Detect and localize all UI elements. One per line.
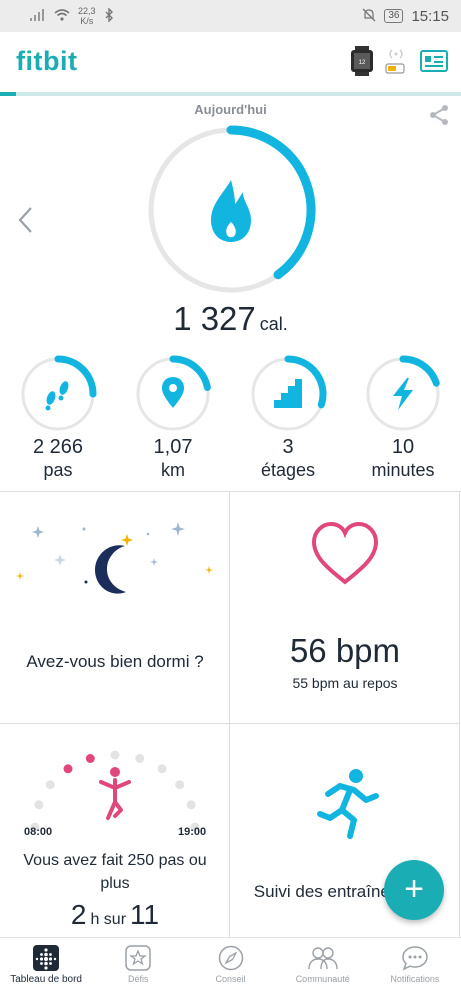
stat-active-minutes[interactable]: 10 minutes [358,354,448,481]
signal-icon [30,8,46,24]
distance-label: km [161,460,185,480]
exercise-tile[interactable]: Suivi des entraînements [230,724,460,956]
nav-challenges[interactable]: Défis [92,938,184,999]
stat-steps[interactable]: 2 266 pas [13,354,103,481]
sleep-prompt: Avez-vous bien dormi ? [26,652,204,671]
hourly-progress: 2h sur 11 [0,899,230,931]
hour-dot [85,754,95,763]
bluetooth-icon [104,6,114,25]
dashboard-icon [33,945,60,971]
hours-separator: h sur [90,911,127,928]
hourly-start-time: 08:00 [24,826,53,838]
share-icon[interactable] [428,104,450,131]
network-speed: 22,3 K/s [78,6,96,26]
network-speed-value: 22,3 [78,6,96,16]
stat-distance[interactable]: 1,07 km [128,354,218,481]
previous-day-arrow[interactable] [16,205,36,240]
nav-notifications-label: Notifications [390,974,440,984]
nav-guidance-label: Conseil [215,974,246,984]
active-minutes-value: 10 [391,436,415,458]
battery-indicator: 36 [384,9,404,23]
nav-dashboard[interactable]: Tableau de bord [0,938,92,999]
app-header: fitbit 12 [0,32,461,94]
compass-icon [218,945,243,971]
star-badge-icon [125,945,152,971]
running-person-icon [317,769,379,839]
heart-icon [311,521,379,585]
network-speed-unit: K/s [80,16,94,26]
sync-progress-bar [0,92,461,96]
footsteps-icon [45,381,69,411]
flame-icon [211,180,251,242]
location-pin-icon [162,377,184,408]
hour-dot [175,780,185,790]
sync-battery-icon[interactable] [384,46,408,81]
add-button[interactable]: + [384,860,444,920]
clock: 15:15 [411,7,449,25]
hour-dot [186,800,196,810]
floors-label: étages [260,460,316,480]
nav-community[interactable]: Communauté [277,938,369,999]
svg-text:12: 12 [359,60,366,66]
profile-card-icon[interactable] [420,50,448,77]
hour-dot [63,764,73,774]
nav-notifications[interactable]: Notifications [369,938,461,999]
community-icon [308,947,338,970]
hour-dot [110,750,120,760]
heart-rate-tile[interactable]: 56 bpm 55 bpm au repos [230,492,460,724]
stat-floors[interactable]: 3 étages [243,354,333,481]
hour-dot [45,780,55,790]
moon-stars-icon [16,522,213,594]
active-minutes-label: minutes [371,460,435,480]
lightning-icon [393,378,413,410]
calories-value: 1 327 [173,300,256,337]
date-label: Aujourd'hui [194,102,267,117]
hours-done: 2 [70,899,87,930]
mute-bell-icon [362,8,376,25]
resting-heart-rate: 55 bpm au repos [292,675,398,691]
hour-dot [34,800,44,810]
hour-dot [135,754,145,763]
bottom-nav: Tableau de bord Défis Conseil Communauté… [0,937,461,999]
wifi-icon [54,8,70,24]
hour-dot [157,764,167,774]
nav-community-label: Communauté [295,974,350,984]
floors-value: 3 [282,436,294,458]
stairs-icon [274,379,302,408]
steps-value: 2 266 [32,436,84,458]
hourly-activity-tile[interactable]: 08:00 19:00 Vous avez fait 250 pas ou pl… [0,724,230,956]
running-person-red-icon [99,767,131,820]
calories-ring[interactable] [143,122,319,303]
nav-challenges-label: Défis [128,974,149,984]
nav-dashboard-label: Tableau de bord [10,974,82,985]
fitbit-logo: fitbit [16,46,78,76]
nav-guidance[interactable]: Conseil [184,938,276,999]
steps-label: pas [43,460,73,480]
chat-bubble-icon [402,946,428,971]
sleep-tile[interactable]: Avez-vous bien dormi ? [0,492,230,724]
hours-total: 11 [130,899,160,930]
watch-device-icon[interactable]: 12 [349,46,375,81]
heart-rate-value: 56 bpm [289,632,401,669]
hourly-end-time: 19:00 [178,826,207,838]
hourly-goal-text: Vous avez fait 250 pas ou plus [23,852,207,892]
calories-unit: cal. [259,314,288,334]
status-bar: 22,3 K/s 36 15:15 [0,0,461,32]
distance-value: 1,07 [153,436,193,458]
calories-readout: 1 327 cal. [0,300,461,338]
